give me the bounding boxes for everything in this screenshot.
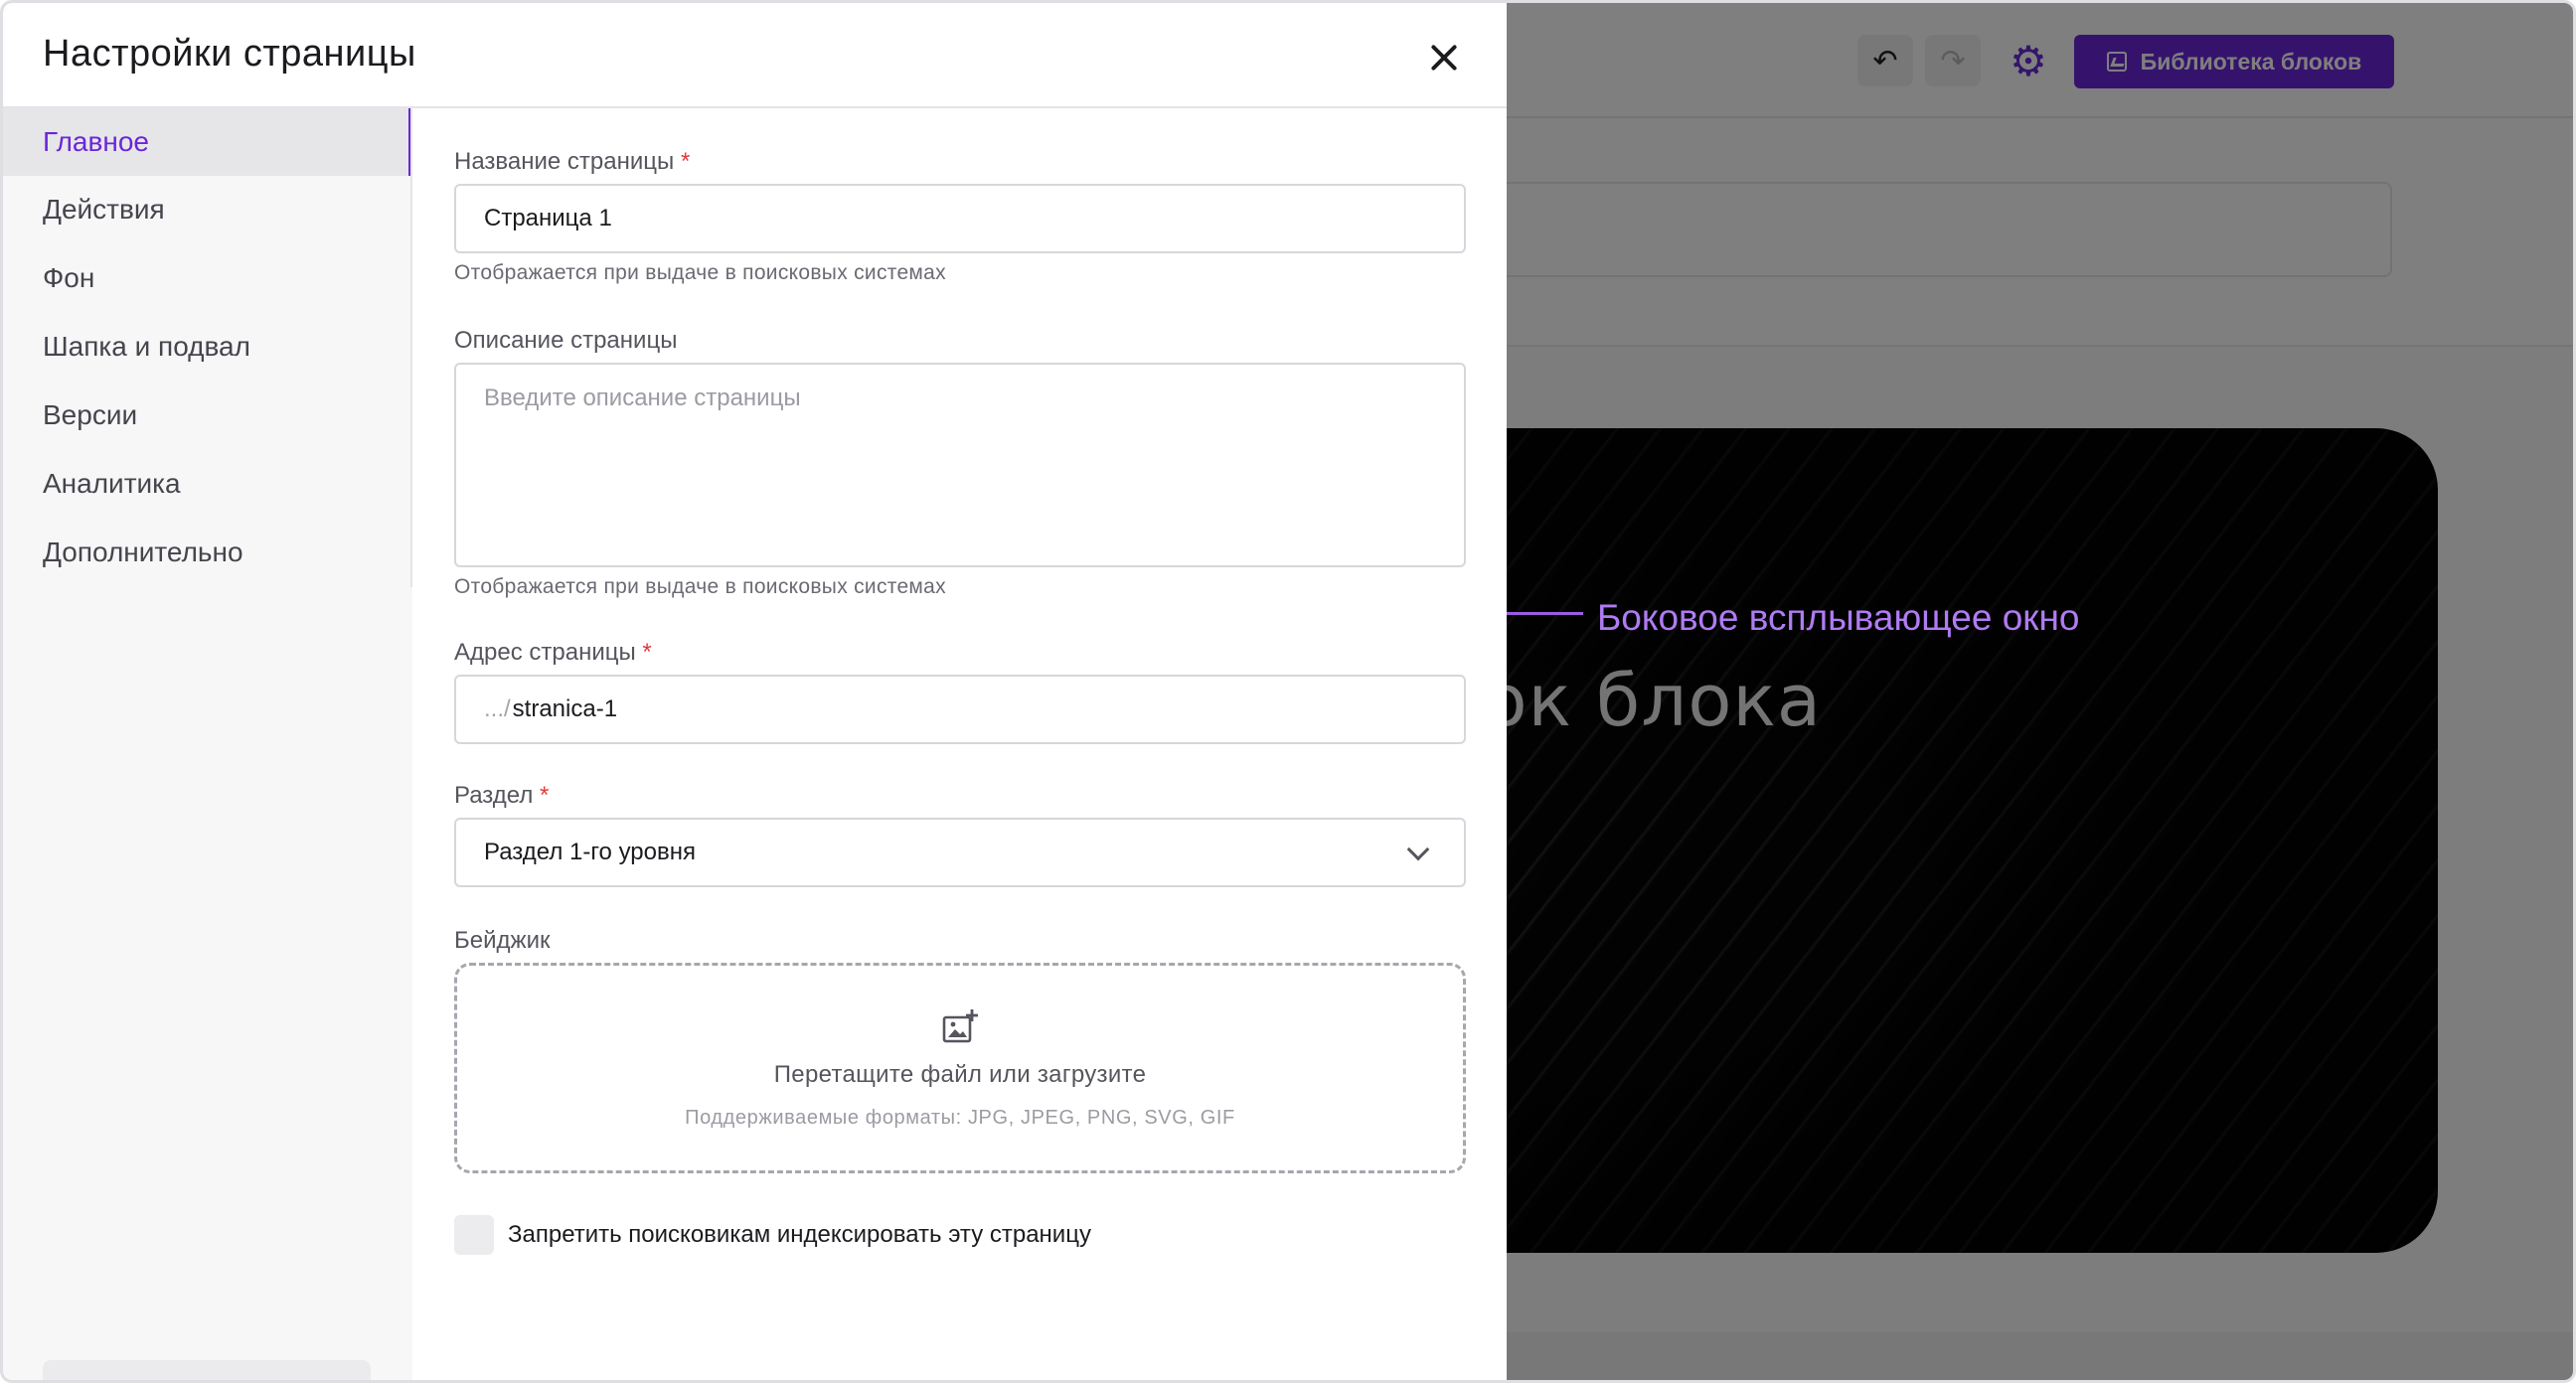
nav-divider — [410, 108, 412, 587]
noindex-label: Запретить поисковикам индексировать эту … — [508, 1221, 1091, 1248]
page-name-input[interactable]: Страница 1 — [454, 184, 1466, 253]
close-icon[interactable] — [1414, 33, 1474, 82]
page-address-value: stranica-1 — [512, 695, 618, 722]
nav-item-background[interactable]: Фон — [3, 244, 412, 312]
nav-item-main[interactable]: Главное — [3, 108, 412, 176]
page-address-input[interactable]: .../stranica-1 — [454, 675, 1466, 744]
badge-label: Бейджик — [454, 927, 551, 954]
chevron-down-icon — [1406, 838, 1430, 861]
section-label: Раздел * — [454, 782, 550, 809]
page-description-label: Описание страницы — [454, 327, 678, 354]
page-name-label: Название страницы * — [454, 148, 691, 175]
add-image-icon — [942, 1009, 978, 1043]
dropzone-title: Перетащите файл или загрузите — [773, 1061, 1147, 1088]
panel-header: Настройки страницы — [3, 3, 1507, 108]
page-settings-panel: Настройки страницы Главное Действия Фон … — [3, 3, 1507, 1380]
nav-item-analytics[interactable]: Аналитика — [3, 450, 412, 518]
nav-bottom-button[interactable] — [43, 1360, 371, 1380]
nav-item-header-footer[interactable]: Шапка и подвал — [3, 313, 412, 381]
nav-item-additional[interactable]: Дополнительно — [3, 519, 412, 586]
page-description-hint: Отображается при выдаче в поисковых сист… — [454, 575, 946, 598]
badge-dropzone[interactable]: Перетащите файл или загрузите Поддержива… — [454, 963, 1466, 1173]
noindex-checkbox[interactable] — [454, 1215, 494, 1255]
nav-item-actions[interactable]: Действия — [3, 176, 412, 243]
section-selected-value: Раздел 1-го уровня — [484, 839, 696, 865]
section-select[interactable]: Раздел 1-го уровня — [454, 818, 1466, 887]
page-address-prefix: .../ — [484, 695, 511, 722]
page-address-label: Адрес страницы * — [454, 639, 652, 666]
page-name-value: Страница 1 — [484, 205, 612, 231]
page-description-placeholder: Введите описание страницы — [484, 384, 801, 411]
page-description-textarea[interactable]: Введите описание страницы — [454, 363, 1466, 567]
page-name-hint: Отображается при выдаче в поисковых сист… — [454, 261, 946, 284]
dropzone-formats: Поддерживаемые форматы: JPG, JPEG, PNG, … — [685, 1107, 1235, 1129]
annotation-label: Боковое всплывающее окно — [1597, 597, 2080, 638]
nav-item-versions[interactable]: Версии — [3, 382, 412, 449]
settings-nav: Главное Действия Фон Шапка и подвал Верс… — [3, 108, 412, 1380]
panel-title: Настройки страницы — [43, 33, 416, 75]
app-frame: ↶ ↷ ⚙ Библиотека блоков ок блока Боковое… — [0, 0, 2576, 1383]
